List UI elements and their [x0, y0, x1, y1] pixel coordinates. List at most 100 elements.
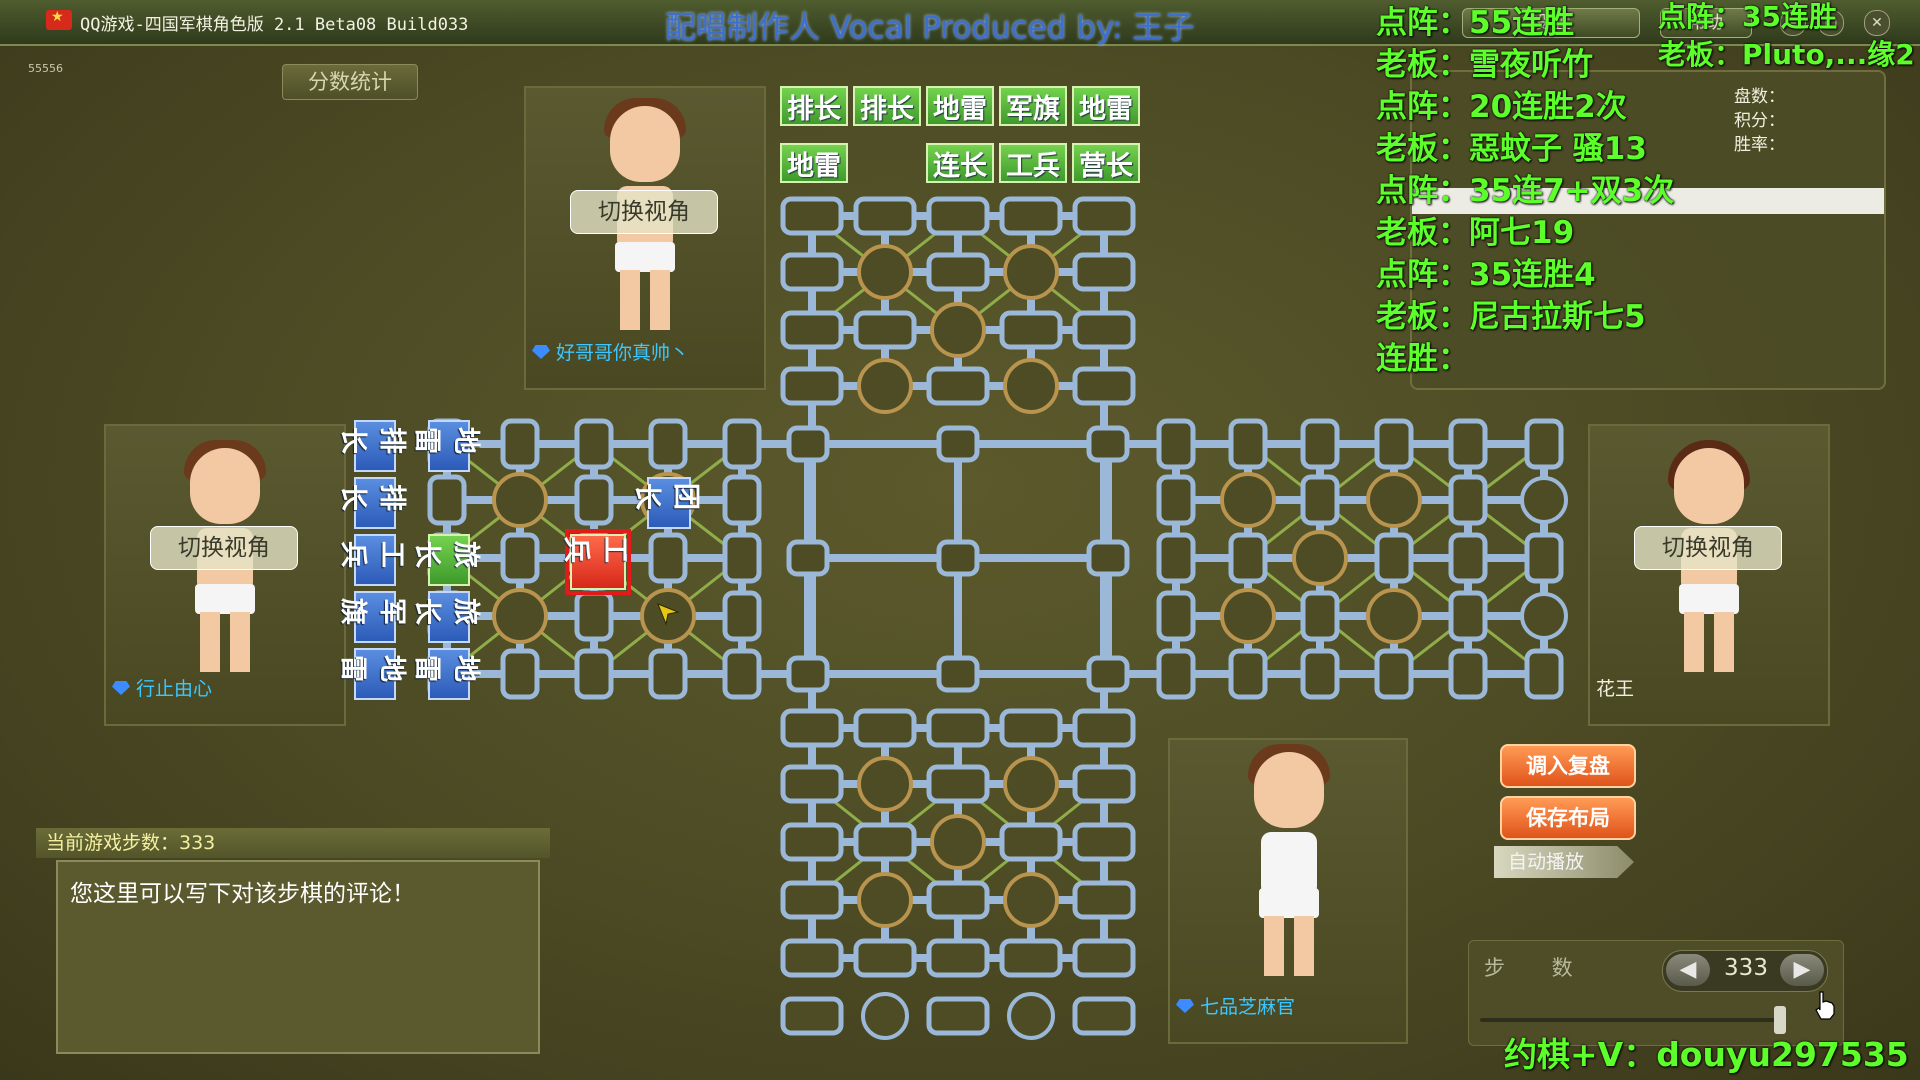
piece-top-3[interactable]: 地雷 — [926, 86, 994, 126]
switch-view-button-left[interactable]: 切换视角 — [150, 526, 298, 570]
next-step-button[interactable]: ▶ — [1780, 954, 1824, 986]
board-camp — [1520, 476, 1568, 524]
switch-view-button-right[interactable]: 切换视角 — [1634, 526, 1782, 570]
board-post — [853, 310, 917, 350]
board-post — [722, 648, 762, 700]
board-post — [1374, 418, 1414, 470]
comment-box[interactable]: 您这里可以写下对该步棋的评论！ — [56, 860, 540, 1054]
board-camp — [1007, 992, 1055, 1040]
vip-gem-icon — [532, 345, 550, 359]
board-post — [780, 252, 844, 292]
board-post — [780, 196, 844, 236]
board-post — [1524, 648, 1564, 700]
overlay-line: 点阵：20连胜2次 — [1376, 89, 1627, 125]
piece-top-5[interactable]: 地雷 — [1072, 86, 1140, 126]
board-camp — [857, 244, 913, 300]
board-post — [574, 648, 614, 700]
board-post — [1448, 590, 1488, 642]
piece-left-inner[interactable]: 团长 — [631, 477, 701, 529]
overlay-list: 点阵：55连胜 老板：雪夜听竹 点阵：20连胜2次 老板：惡蚊子 骚13 点阵：… — [1376, 2, 1674, 380]
board-post — [780, 996, 844, 1036]
board-camp — [857, 756, 913, 812]
board-post — [999, 938, 1063, 978]
board-post — [926, 708, 990, 748]
player-panel-right: 切换视角 花王 — [1588, 424, 1830, 726]
player-name-text: 好哥哥你真帅丶 — [556, 342, 690, 364]
piece-top-2[interactable]: 排长 — [853, 86, 921, 126]
board-post — [853, 938, 917, 978]
board-post — [936, 425, 980, 463]
board-post — [780, 310, 844, 350]
board-post — [1448, 532, 1488, 584]
load-replay-button[interactable]: 调入复盘 — [1500, 744, 1636, 788]
board-post — [1228, 532, 1268, 584]
board-post — [1072, 708, 1136, 748]
board-post — [1524, 418, 1564, 470]
board-post — [926, 252, 990, 292]
board-post — [500, 648, 540, 700]
selected-piece[interactable]: 工兵 — [560, 529, 631, 595]
piece-top-10[interactable]: 营长 — [1072, 143, 1140, 183]
board-post — [1448, 648, 1488, 700]
piece-left-3[interactable]: 工兵 — [337, 534, 407, 586]
piece-label: 地雷 — [411, 427, 481, 454]
piece-left-2[interactable]: 排长 — [337, 477, 407, 529]
step-slider-thumb[interactable] — [1774, 1006, 1786, 1034]
board-camp — [861, 992, 909, 1040]
board-post — [1156, 648, 1196, 700]
board-post — [999, 310, 1063, 350]
piece-left-4[interactable]: 军旗 — [337, 591, 407, 643]
piece-top-9[interactable]: 工兵 — [999, 143, 1067, 183]
board-post — [780, 938, 844, 978]
board-post — [1072, 196, 1136, 236]
piece-left-8[interactable]: 旅长 — [411, 591, 481, 643]
board-post — [926, 196, 990, 236]
vip-gem-icon — [1176, 999, 1194, 1013]
piece-top-4[interactable]: 军旗 — [999, 86, 1067, 126]
board-post — [999, 196, 1063, 236]
board-post — [722, 532, 762, 584]
board-camp — [1003, 358, 1059, 414]
prev-step-button[interactable]: ◀ — [1666, 954, 1710, 986]
board-post — [1228, 648, 1268, 700]
board-camp — [1292, 530, 1348, 586]
board-post — [853, 708, 917, 748]
piece-top-6[interactable]: 地雷 — [780, 143, 848, 183]
piece-left-6[interactable]: 地雷 — [411, 420, 481, 472]
piece-left-1[interactable]: 排长 — [337, 420, 407, 472]
board-post — [1300, 418, 1340, 470]
board-camp — [492, 588, 548, 644]
piece-top-8[interactable]: 连长 — [926, 143, 994, 183]
board-post — [1072, 310, 1136, 350]
board-post — [500, 532, 540, 584]
player-name-bottom: 七品芝麻官 — [1176, 992, 1295, 1019]
step-slider-track[interactable] — [1480, 1018, 1780, 1022]
board-post — [722, 590, 762, 642]
piece-label: 军旗 — [337, 598, 407, 625]
board-camp — [1220, 472, 1276, 528]
player-panel-bottom: 七品芝麻官 — [1168, 738, 1408, 1044]
board-post — [786, 425, 830, 463]
board-post — [780, 764, 844, 804]
piece-left-5[interactable]: 地雷 — [337, 648, 407, 700]
board-post — [1156, 474, 1196, 526]
save-layout-button[interactable]: 保存布局 — [1500, 796, 1636, 840]
piece-label: 旅长 — [411, 598, 481, 625]
board-post — [780, 708, 844, 748]
overlay-top-right-1: 点阵：35连胜 — [1658, 0, 1837, 33]
piece-label: 工兵 — [337, 541, 407, 568]
board-post — [1374, 648, 1414, 700]
board-post — [926, 366, 990, 406]
board-post — [1300, 648, 1340, 700]
board-camp — [1003, 872, 1059, 928]
autoplay-button[interactable]: 自动播放 — [1494, 846, 1634, 878]
board-post — [574, 474, 614, 526]
piece-left-9[interactable]: 地雷 — [411, 648, 481, 700]
board-post — [1072, 880, 1136, 920]
piece-top-1[interactable]: 排长 — [780, 86, 848, 126]
board-post — [1448, 474, 1488, 526]
switch-view-button-top[interactable]: 切换视角 — [570, 190, 718, 234]
board-post — [926, 938, 990, 978]
piece-left-green[interactable]: 旅长 — [411, 534, 481, 586]
board-post — [926, 996, 990, 1036]
